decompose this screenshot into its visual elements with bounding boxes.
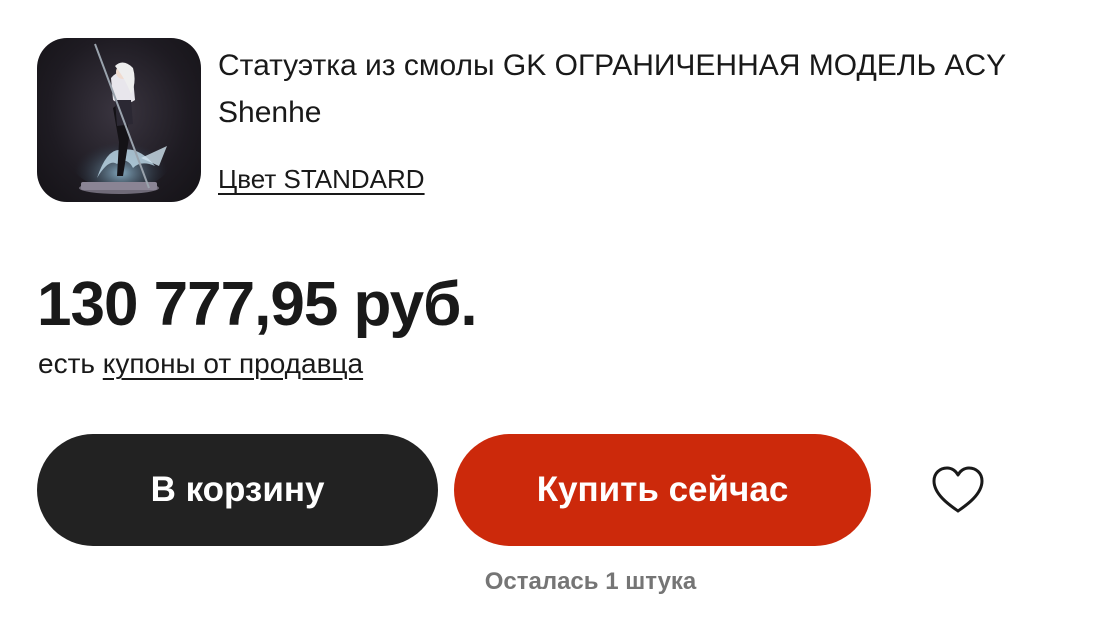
add-to-cart-button[interactable]: В корзину [37,434,438,546]
buy-now-button[interactable]: Купить сейчас [454,434,871,546]
seller-coupons-link[interactable]: купоны от продавца [103,348,363,379]
wishlist-button[interactable] [930,464,986,516]
product-price: 130 777,95 руб. [37,270,478,339]
coupon-info: есть купоны от продавца [38,346,363,382]
figure-statue-image [69,43,173,194]
stock-remaining-text: Осталась 1 штука [484,568,697,595]
coupon-prefix: есть [38,348,95,379]
product-thumbnail[interactable] [37,38,201,202]
product-title[interactable]: Статуэтка из смолы GK ОГРАНИЧЕННАЯ МОДЕЛ… [218,42,1048,136]
heart-icon [932,466,984,513]
variant-selector-link[interactable]: Цвет STANDARD [218,162,425,196]
